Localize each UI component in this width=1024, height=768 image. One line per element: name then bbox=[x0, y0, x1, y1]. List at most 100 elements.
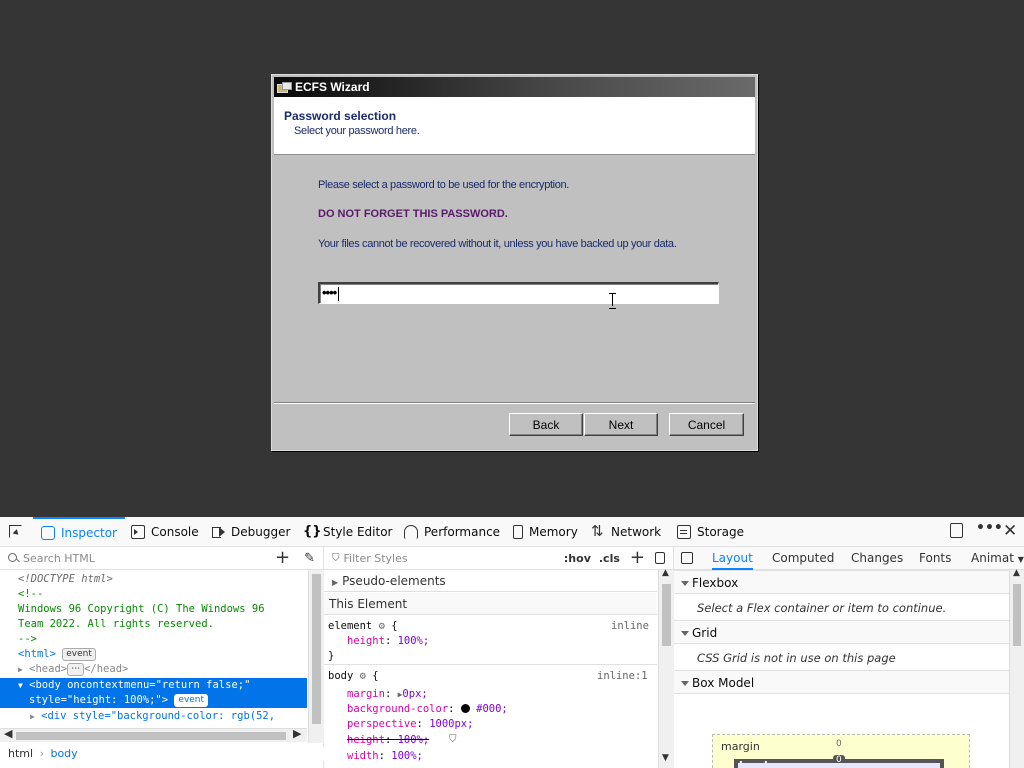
rule-divider bbox=[324, 664, 657, 665]
tab-debugger[interactable]: Debugger bbox=[211, 517, 290, 547]
event-badge[interactable]: event bbox=[62, 648, 96, 661]
doctype-line[interactable]: <!DOCTYPE html> bbox=[0, 572, 310, 587]
password-field[interactable]: •••• bbox=[318, 282, 719, 304]
scroll-right-icon[interactable]: ▶ bbox=[293, 727, 301, 740]
console-icon bbox=[131, 525, 145, 539]
breadcrumb: html › body bbox=[0, 747, 324, 761]
html-node[interactable]: <html> event bbox=[0, 647, 310, 662]
gear-icon[interactable]: ⚙ bbox=[360, 670, 366, 682]
box-model-section-header[interactable]: Box Model bbox=[674, 670, 1009, 694]
tab-network[interactable]: Network bbox=[591, 517, 661, 547]
tab-inspector[interactable]: Inspector bbox=[33, 517, 125, 547]
comment-line[interactable]: --> bbox=[0, 632, 310, 647]
scroll-thumb[interactable] bbox=[1013, 584, 1021, 646]
scroll-down-icon[interactable]: ▼ bbox=[662, 753, 669, 763]
body-tag-open: <body oncontextmenu="return false;" bbox=[29, 679, 251, 691]
cancel-button[interactable]: Cancel bbox=[669, 413, 744, 436]
rule-declaration[interactable]: perspective: 1000px; bbox=[347, 717, 473, 732]
rules-scrollbar[interactable]: ▲ ▼ bbox=[658, 568, 674, 768]
cls-toggle[interactable]: .cls bbox=[599, 552, 620, 565]
filter-icon[interactable]: ⛉ bbox=[449, 734, 457, 745]
tab-computed[interactable]: Computed bbox=[772, 547, 834, 570]
tab-layout[interactable]: Layout bbox=[712, 547, 753, 570]
footer-separator bbox=[274, 402, 755, 404]
search-html-input[interactable]: Search HTML bbox=[23, 552, 275, 565]
tab-changes[interactable]: Changes bbox=[851, 547, 903, 570]
event-badge[interactable]: event bbox=[174, 694, 209, 707]
div-node[interactable]: ▶ <div style="background-color: rgb(52, bbox=[0, 709, 310, 724]
app-icon bbox=[277, 81, 292, 93]
head-close-tag: </head> bbox=[84, 663, 129, 675]
rule-declaration[interactable]: background-color: #000; bbox=[347, 702, 508, 717]
filter-styles-input[interactable]: Filter Styles bbox=[344, 552, 564, 565]
grid-section-header[interactable]: Grid bbox=[674, 620, 1009, 644]
tab-performance[interactable]: Performance bbox=[404, 517, 500, 547]
comment-line[interactable]: <!-- bbox=[0, 587, 310, 602]
breadcrumb-body[interactable]: body bbox=[50, 747, 77, 760]
eyedropper-icon[interactable]: ✎ bbox=[304, 551, 315, 566]
scroll-thumb[interactable] bbox=[312, 574, 321, 724]
tab-memory[interactable]: Memory bbox=[511, 517, 578, 547]
close-icon[interactable]: ✕ bbox=[1003, 521, 1017, 541]
rule-declaration[interactable]: height: 100%; bbox=[347, 634, 429, 649]
rule-source[interactable]: inline bbox=[611, 619, 649, 634]
scroll-up-icon[interactable]: ▲ bbox=[662, 568, 669, 578]
tab-fonts[interactable]: Fonts bbox=[919, 547, 951, 570]
hscroll-thumb[interactable] bbox=[16, 732, 286, 740]
head-node[interactable]: ▶ <head> ⋯ </head> bbox=[0, 662, 310, 677]
hov-toggle[interactable]: :hov bbox=[564, 552, 591, 565]
wizard-titlebar[interactable]: ECFS Wizard bbox=[274, 77, 755, 97]
toggle-sidebar-icon[interactable] bbox=[681, 552, 693, 564]
rule-body[interactable]: body ⚙ { bbox=[328, 669, 379, 684]
scroll-thumb[interactable] bbox=[662, 584, 671, 646]
print-simulation-icon[interactable] bbox=[655, 552, 665, 564]
add-rule-icon[interactable]: + bbox=[630, 549, 645, 567]
rule-declaration-overridden[interactable]: height: 100%; bbox=[347, 733, 429, 748]
tab-storage[interactable]: Storage bbox=[677, 517, 744, 547]
next-button[interactable]: Next bbox=[584, 413, 658, 436]
ecfs-wizard-window: ECFS Wizard Password selection Select yo… bbox=[271, 74, 758, 451]
scroll-up-icon[interactable]: ▲ bbox=[1013, 568, 1020, 578]
flexbox-message: Select a Flex container or item to conti… bbox=[697, 601, 947, 615]
comment-line[interactable]: Team 2022. All rights reserved. bbox=[0, 617, 310, 632]
markup-scrollbar[interactable] bbox=[308, 570, 324, 743]
comment-line[interactable]: Windows 96 Copyright (C) The Windows 96 bbox=[0, 602, 310, 617]
markup-hscrollbar[interactable]: ◀ ▶ bbox=[0, 727, 307, 742]
add-node-icon[interactable]: + bbox=[275, 549, 290, 567]
tab-console[interactable]: Console bbox=[131, 517, 199, 547]
pseudo-elements-row[interactable]: ▶ Pseudo-elements bbox=[324, 570, 657, 592]
element-picker-icon[interactable] bbox=[9, 525, 22, 538]
body-node-selected-cont[interactable]: style="height: 100%;"> event bbox=[0, 693, 307, 708]
expand-triangle-icon[interactable]: ▶ bbox=[18, 665, 23, 674]
html-tag: <html> bbox=[18, 648, 56, 660]
rule-element[interactable]: element ⚙ { bbox=[328, 619, 398, 634]
tab-storage-label: Storage bbox=[697, 525, 744, 539]
collapse-triangle-icon[interactable]: ▼ bbox=[18, 681, 23, 690]
tab-style-editor-label: Style Editor bbox=[323, 525, 393, 539]
expand-triangle-icon[interactable]: ▶ bbox=[30, 712, 35, 721]
rule-declaration[interactable]: margin: ▶0px; bbox=[347, 687, 428, 702]
text-caret bbox=[338, 286, 340, 301]
tab-style-editor[interactable]: {} Style Editor bbox=[303, 517, 392, 547]
body-node-selected[interactable]: ▼ <body oncontextmenu="return false;" bbox=[0, 678, 307, 693]
back-button[interactable]: Back bbox=[509, 413, 583, 436]
scroll-left-icon[interactable]: ◀ bbox=[4, 727, 12, 740]
flexbox-section-header[interactable]: Flexbox bbox=[674, 570, 1009, 594]
gear-icon[interactable]: ⚙ bbox=[379, 620, 385, 632]
prop-name: height bbox=[347, 734, 385, 746]
rule-source[interactable]: inline:1 bbox=[597, 669, 648, 684]
color-swatch[interactable] bbox=[460, 704, 470, 713]
responsive-mode-icon[interactable] bbox=[950, 523, 963, 538]
more-options-icon[interactable]: ••• bbox=[976, 520, 1003, 536]
tab-animations[interactable]: Animat ▼ bbox=[971, 547, 1024, 570]
layout-scrollbar[interactable]: ▲ bbox=[1009, 568, 1024, 768]
body-style-attr: style="height: 100%;"> bbox=[29, 694, 169, 706]
prop-value: #000; bbox=[476, 703, 508, 715]
breadcrumb-html[interactable]: html bbox=[8, 747, 33, 760]
tab-performance-label: Performance bbox=[424, 525, 501, 539]
rule-declaration[interactable]: width: 100%; bbox=[347, 749, 423, 764]
rule-close: } bbox=[328, 650, 335, 662]
collapsed-ellipsis-icon[interactable]: ⋯ bbox=[67, 663, 85, 676]
margin-top-value[interactable]: 0 bbox=[836, 739, 842, 749]
wizard-title: ECFS Wizard bbox=[295, 80, 370, 94]
